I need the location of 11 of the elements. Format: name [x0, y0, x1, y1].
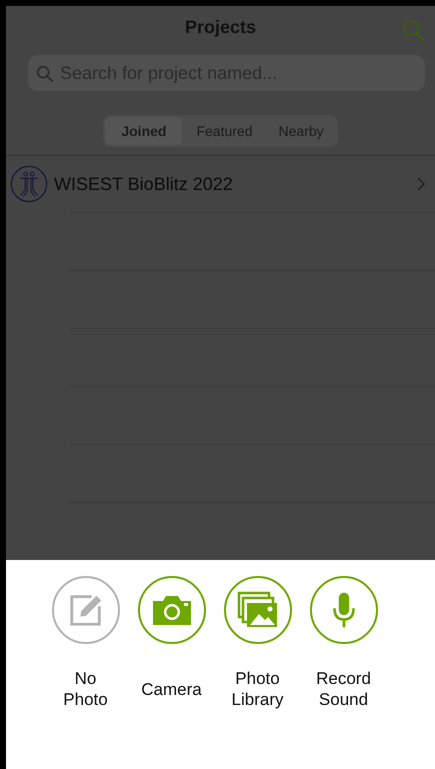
- photo-gallery-icon: [236, 590, 280, 630]
- project-logo-icon: [10, 165, 48, 203]
- option-label: Camera: [140, 678, 203, 700]
- microphone-icon: [330, 590, 356, 630]
- segment-tab[interactable]: Joined: [105, 117, 182, 145]
- option-label: Photo Library: [230, 668, 284, 710]
- option-label: No Photo: [62, 668, 109, 710]
- chevron-icon: [417, 177, 425, 191]
- project-row[interactable]: WISEST BioBlitz 2022: [6, 156, 435, 212]
- project-name: WISEST BioBlitz 2022: [54, 174, 234, 194]
- option-label: Record Sound: [315, 668, 372, 710]
